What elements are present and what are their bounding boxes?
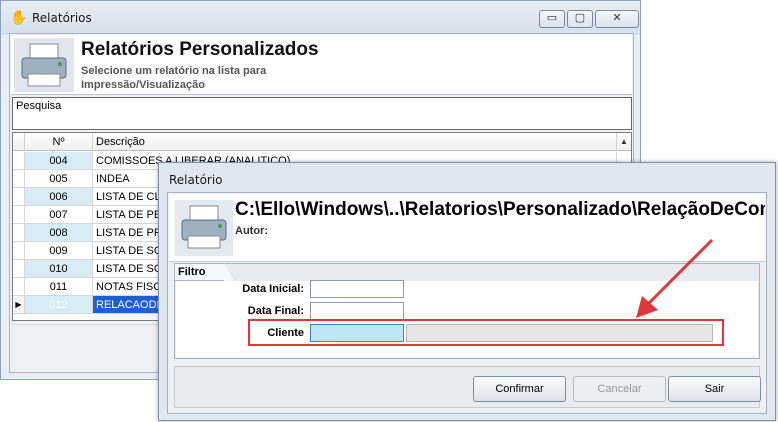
scroll-up-icon[interactable]: ▲ <box>617 134 631 150</box>
header-title: Relatórios Personalizados <box>81 39 319 60</box>
exit-button[interactable]: Sair <box>668 376 761 402</box>
row-indicator <box>13 242 25 260</box>
cliente-highlight-box <box>248 319 724 346</box>
row-indicator <box>13 152 25 170</box>
row-number-cell: 006 <box>25 188 93 206</box>
grid-header: Nº Descrição ▲ <box>13 133 631 151</box>
maximize-button[interactable]: ▢ <box>567 10 593 28</box>
row-indicator <box>13 260 25 278</box>
confirm-button[interactable]: Confirmar <box>473 376 566 402</box>
header-subtitle: Selecione um relatório na lista para Imp… <box>81 65 267 91</box>
row-indicator-icon: ▶ <box>13 296 25 314</box>
row-indicator <box>13 170 25 188</box>
printer-icon <box>175 200 233 256</box>
title-bar[interactable]: ✋ Relatórios ▭ ▢ ✕ <box>1 1 640 35</box>
printer-icon <box>14 38 74 92</box>
close-button[interactable]: ✕ <box>595 10 639 28</box>
column-description-header[interactable]: Descrição <box>93 133 617 151</box>
row-number-cell: 009 <box>25 242 93 260</box>
row-indicator <box>13 188 25 206</box>
minimize-button[interactable]: ▭ <box>539 10 565 28</box>
row-number-cell: 007 <box>25 206 93 224</box>
row-indicator <box>13 278 25 296</box>
dialog-title: Relatório <box>169 173 223 187</box>
search-box[interactable]: Pesquisa <box>12 97 632 130</box>
data-final-label: Data Final: <box>247 305 304 317</box>
row-number-cell: 005 <box>25 170 93 188</box>
indicator-header <box>13 133 25 151</box>
row-number-cell: 008 <box>25 224 93 242</box>
dialog-header: C:\Ello\Windows\..\Relatorios\Personaliz… <box>169 194 765 262</box>
relatorio-dialog: Relatório C:\Ello\Windows\..\Relatorios\… <box>158 162 776 421</box>
button-bar: Confirmar Cancelar Sair <box>174 366 761 408</box>
search-label: Pesquisa <box>16 100 62 112</box>
author-label: Autor: <box>235 225 268 237</box>
row-indicator <box>13 206 25 224</box>
data-inicial-label: Data Inicial: <box>242 283 304 295</box>
header-panel: Relatórios Personalizados Selecione um r… <box>11 35 632 95</box>
report-path: C:\Ello\Windows\..\Relatorios\Personaliz… <box>235 199 765 220</box>
cancel-button[interactable]: Cancelar <box>573 376 666 402</box>
dialog-client: C:\Ello\Windows\..\Relatorios\Personaliz… <box>167 192 767 414</box>
row-number-cell: 004 <box>25 152 93 170</box>
row-number-cell: 011 <box>25 278 93 296</box>
data-final-input[interactable] <box>310 302 404 320</box>
row-number-cell: 010 <box>25 260 93 278</box>
row-indicator <box>13 224 25 242</box>
hand-icon: ✋ <box>10 9 28 25</box>
window-title: Relatórios <box>32 11 92 25</box>
data-inicial-input[interactable] <box>310 280 404 298</box>
filter-tab: Filtro <box>175 263 234 281</box>
row-number-cell: 012 <box>25 296 93 314</box>
column-number-header[interactable]: Nº <box>25 133 93 151</box>
